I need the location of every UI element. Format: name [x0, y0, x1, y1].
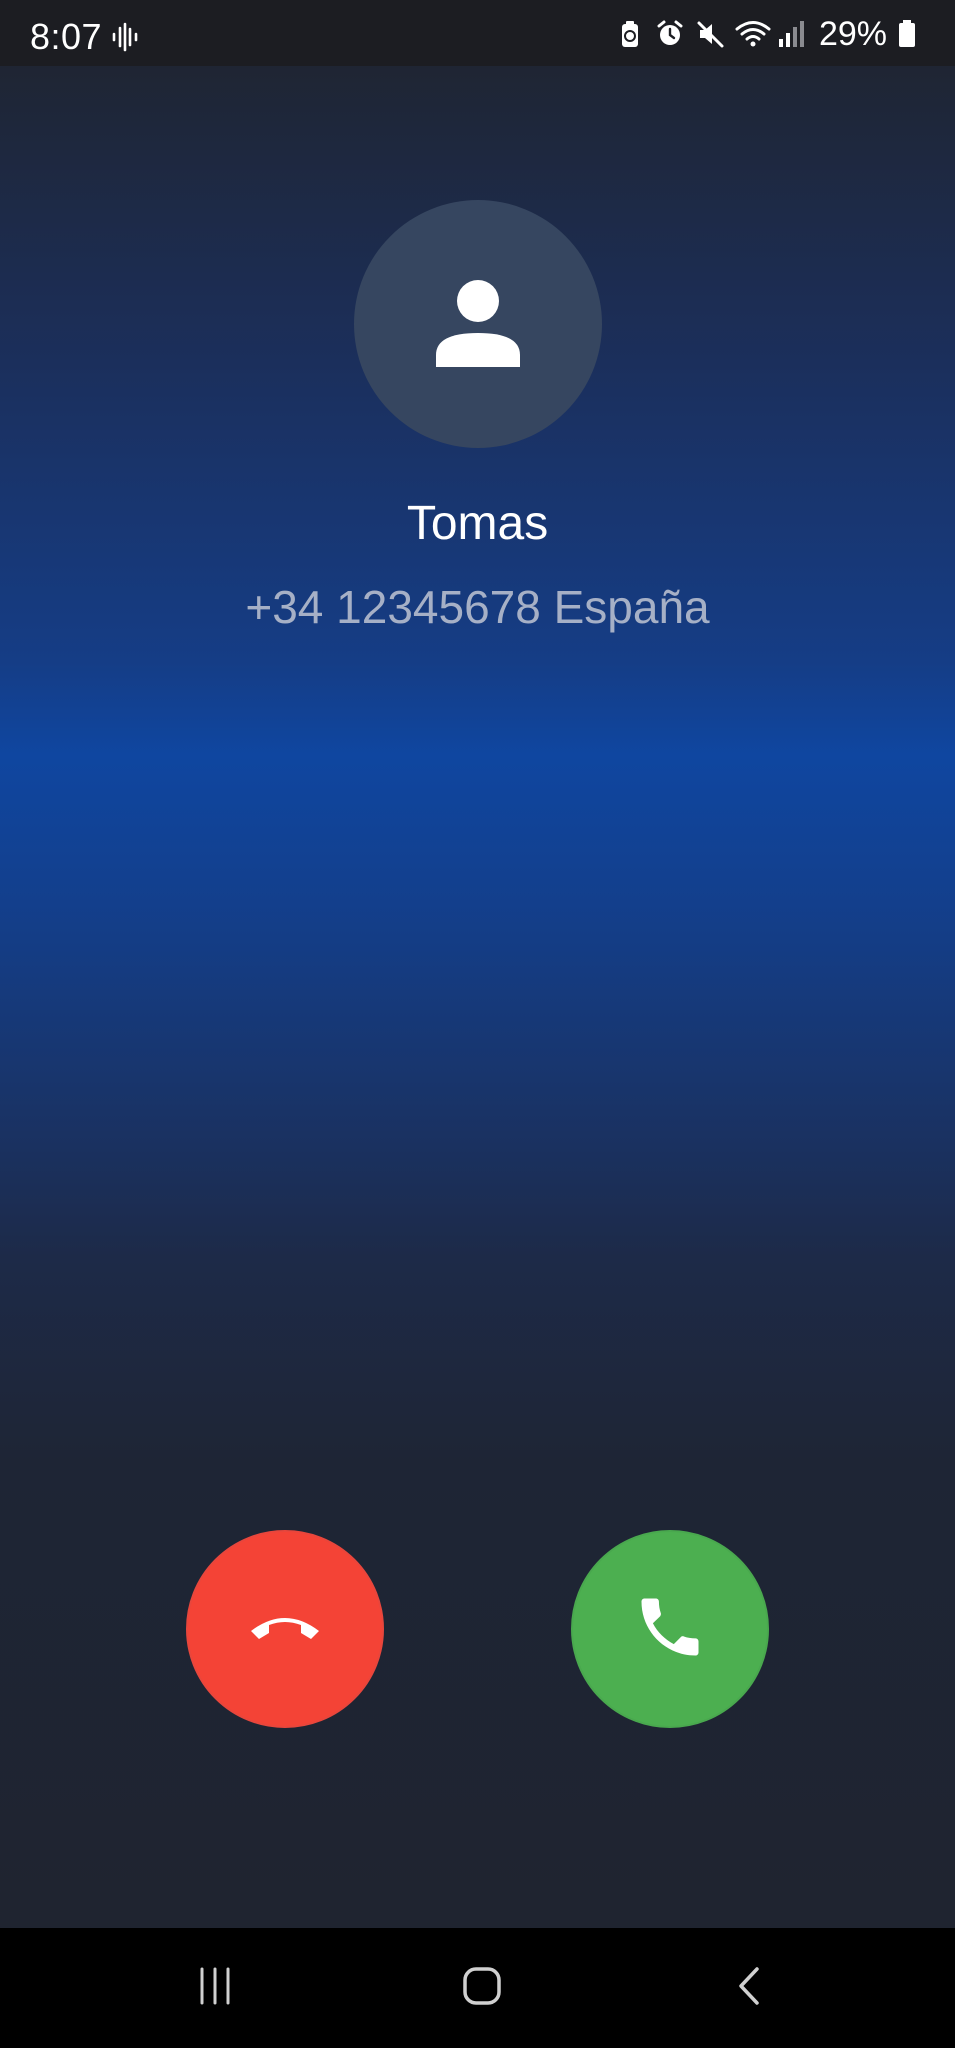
wifi-icon — [735, 19, 771, 49]
person-icon — [433, 277, 523, 372]
answer-button[interactable] — [571, 1530, 769, 1728]
battery-percent: 29% — [818, 14, 887, 53]
incoming-call-screen: Tomas +34 12345678 España — [0, 66, 955, 1928]
status-time: 8:07 — [30, 16, 103, 57]
caller-name: Tomas — [406, 497, 549, 550]
home-icon — [457, 1961, 507, 2016]
navigation-bar — [0, 1928, 955, 2048]
back-icon — [725, 1961, 775, 2016]
audio-wave-icon — [110, 22, 140, 52]
battery-icon — [897, 19, 927, 49]
recents-button[interactable] — [185, 1958, 245, 2018]
mute-icon — [695, 19, 725, 49]
signal-icon — [775, 19, 805, 49]
hang-up-icon — [247, 1589, 323, 1670]
recents-icon — [190, 1961, 240, 2016]
status-bar: 8:07 29% — [0, 0, 955, 66]
caller-number: +34 12345678 España — [245, 581, 710, 633]
home-button[interactable] — [452, 1958, 512, 2018]
status-icons: 29% — [615, 14, 927, 54]
battery-saver-icon — [615, 19, 645, 49]
phone-icon — [632, 1589, 708, 1670]
decline-button[interactable] — [186, 1530, 384, 1728]
caller-avatar — [354, 200, 602, 448]
back-button[interactable] — [720, 1958, 780, 2018]
alarm-icon — [655, 19, 685, 49]
